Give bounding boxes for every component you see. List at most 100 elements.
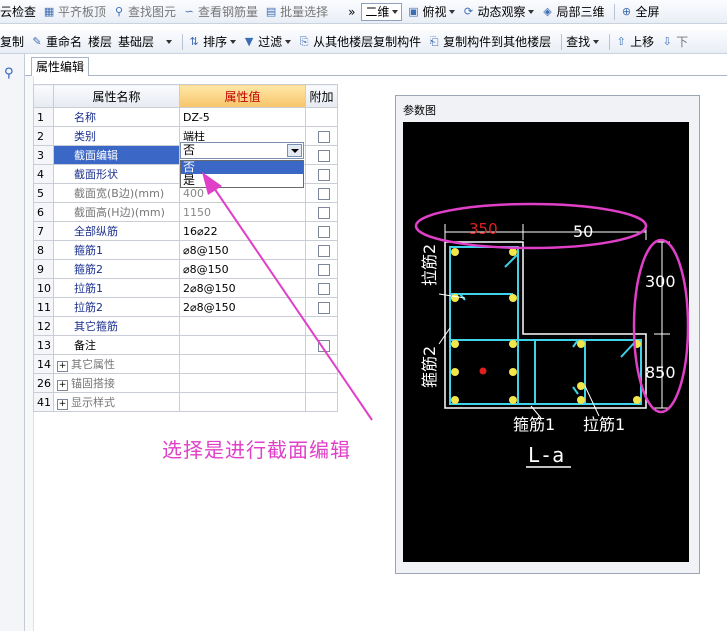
view-rebar-button[interactable]: ∽ 查看钢筋量 bbox=[182, 3, 258, 20]
fullscreen-button[interactable]: ⊕ 全屏 bbox=[619, 3, 660, 20]
property-value[interactable]: 2⌀8@150 bbox=[179, 297, 306, 317]
section-edit-options: 否 是 bbox=[180, 160, 304, 188]
floor-label: 楼层 bbox=[88, 35, 113, 49]
property-value[interactable] bbox=[179, 335, 306, 355]
arrow-up-icon: ⇧ bbox=[616, 34, 626, 48]
extra-checkbox[interactable] bbox=[318, 225, 330, 238]
chevron-down-icon[interactable] bbox=[287, 144, 302, 157]
expand-icon[interactable]: + bbox=[57, 380, 68, 391]
dynamic-view-button[interactable]: ⟳ 动态观察 bbox=[461, 3, 535, 20]
rebar-dot bbox=[577, 340, 585, 348]
extra-checkbox[interactable] bbox=[318, 301, 330, 314]
center-marker bbox=[479, 367, 487, 375]
chevron-down-icon bbox=[528, 9, 535, 14]
option-no[interactable]: 否 bbox=[181, 161, 303, 174]
find-button[interactable]: 查找 bbox=[566, 33, 600, 50]
property-name: 截面宽(B边)(mm) bbox=[53, 183, 180, 203]
extra-checkbox[interactable] bbox=[318, 263, 330, 276]
table-row[interactable]: 8 箍筋1 ⌀8@150 bbox=[33, 240, 338, 260]
expand-icon[interactable]: + bbox=[57, 361, 68, 372]
copy-from-floor-button[interactable]: ⎘ 从其他楼层复制构件 bbox=[297, 33, 421, 50]
copy-from-icon: ⎘ bbox=[299, 34, 309, 48]
table-row[interactable]: 9 箍筋2 ⌀8@150 bbox=[33, 259, 338, 279]
section-edit-select[interactable]: 否 bbox=[180, 142, 304, 159]
table-row[interactable]: 7 全部纵筋 16⌀22 bbox=[33, 221, 338, 241]
property-name: 截面编辑 bbox=[53, 145, 180, 165]
filter-button[interactable]: ▼ 过滤 bbox=[242, 33, 292, 50]
move-up-button[interactable]: ⇧ 上移 bbox=[614, 33, 655, 50]
component-toolbar: 复制 ✎ 重命名 楼层 基础层 ⇅ 排序 ▼ 过滤 ⎘ 从其他楼层复制构件 ⎗ 复制构件到… bbox=[0, 30, 727, 54]
extra-cell bbox=[305, 107, 338, 127]
property-value[interactable] bbox=[179, 316, 306, 336]
extra-checkbox[interactable] bbox=[318, 130, 330, 143]
view-mode-select[interactable]: 二维 bbox=[361, 2, 403, 21]
find-element-button[interactable]: ⚲ 查找图元 bbox=[112, 3, 176, 20]
copy-to-icon: ⎗ bbox=[429, 34, 439, 48]
dim-label-850: 850 bbox=[645, 363, 676, 382]
property-value[interactable]: 2⌀8@150 bbox=[179, 278, 306, 298]
chevron-down-icon bbox=[230, 39, 237, 44]
chevron-down-icon bbox=[392, 9, 399, 14]
extra-checkbox[interactable] bbox=[318, 282, 330, 295]
property-name: + 显示样式 bbox=[53, 392, 180, 412]
option-yes[interactable]: 是 bbox=[181, 174, 303, 187]
property-value[interactable]: 1150 bbox=[179, 202, 306, 222]
search-icon[interactable]: ⚲ bbox=[4, 66, 18, 81]
top-view-button[interactable]: ▣ 俯视 bbox=[406, 3, 456, 20]
rebar-dot bbox=[451, 294, 459, 302]
property-value bbox=[179, 354, 306, 374]
copy-to-floor-button[interactable]: ⎗ 复制构件到其他楼层 bbox=[427, 33, 551, 50]
cloud-check-button[interactable]: 云检查 bbox=[0, 3, 36, 20]
property-name: 名称 bbox=[53, 107, 180, 127]
table-row[interactable]: 12 其它箍筋 bbox=[33, 316, 338, 336]
rebar-dot bbox=[509, 396, 517, 404]
align-slab-top-button[interactable]: ▦ 平齐板顶 bbox=[42, 3, 106, 20]
table-row[interactable]: 13 备注 bbox=[33, 335, 338, 355]
batch-select-button[interactable]: ▤ 批量选择 bbox=[264, 3, 328, 20]
extra-checkbox[interactable] bbox=[318, 149, 330, 162]
more-button[interactable]: » bbox=[348, 5, 355, 19]
property-name: 截面形状 bbox=[53, 164, 180, 184]
table-row-group[interactable]: 14 + 其它属性 bbox=[33, 354, 338, 374]
label-gujin1: 箍筋1 bbox=[513, 415, 555, 434]
table-row-group[interactable]: 26 + 锚固搭接 bbox=[33, 373, 338, 393]
property-value[interactable]: ⌀8@150 bbox=[179, 259, 306, 279]
rebar-dot bbox=[451, 340, 459, 348]
property-value[interactable]: ⌀8@150 bbox=[179, 240, 306, 260]
expand-icon[interactable]: + bbox=[57, 399, 68, 410]
move-down-button[interactable]: ⇩ 下 bbox=[660, 33, 689, 50]
property-value[interactable]: DZ-5 bbox=[179, 107, 306, 127]
tab-property-edit[interactable]: 属性编辑 bbox=[31, 57, 89, 76]
property-name: 其它箍筋 bbox=[53, 316, 180, 336]
chevron-down-icon bbox=[166, 39, 173, 44]
table-row-group[interactable]: 41 + 显示样式 bbox=[33, 392, 338, 412]
rename-button[interactable]: ✎ 重命名 bbox=[30, 33, 82, 50]
extra-checkbox[interactable] bbox=[318, 339, 330, 352]
extra-checkbox[interactable] bbox=[318, 244, 330, 257]
property-value[interactable]: 16⌀22 bbox=[179, 221, 306, 241]
rebar-dot bbox=[577, 382, 585, 390]
sort-button[interactable]: ⇅ 排序 bbox=[187, 33, 237, 50]
rebar-dot bbox=[451, 368, 459, 376]
table-row[interactable]: 10 拉筋1 2⌀8@150 bbox=[33, 278, 338, 298]
dim-label-50: 50 bbox=[573, 222, 593, 241]
extra-checkbox[interactable] bbox=[318, 187, 330, 200]
binoculars-icon: ⚲ bbox=[115, 4, 124, 18]
toolbar-divider bbox=[561, 33, 563, 50]
table-row[interactable]: 1 名称 DZ-5 bbox=[33, 107, 338, 127]
table-row[interactable]: 6 截面高(H边)(mm) 1150 bbox=[33, 202, 338, 222]
property-name: 备注 bbox=[53, 335, 180, 355]
local-3d-button[interactable]: ◈ 局部三维 bbox=[540, 3, 604, 20]
left-strip bbox=[0, 54, 25, 631]
table-row[interactable]: 11 拉筋2 2⌀8@150 bbox=[33, 297, 338, 317]
copy-button[interactable]: 复制 bbox=[0, 33, 24, 50]
chevron-down-icon bbox=[593, 39, 600, 44]
rebar-dot bbox=[577, 396, 585, 404]
extra-checkbox[interactable] bbox=[318, 206, 330, 219]
row-number: 9 bbox=[33, 259, 54, 279]
extra-checkbox[interactable] bbox=[318, 168, 330, 181]
floor-select[interactable]: 基础层 bbox=[118, 33, 173, 50]
orbit-icon: ⟳ bbox=[463, 4, 474, 18]
property-name: 拉筋2 bbox=[53, 297, 180, 317]
extra-cell bbox=[305, 316, 338, 336]
